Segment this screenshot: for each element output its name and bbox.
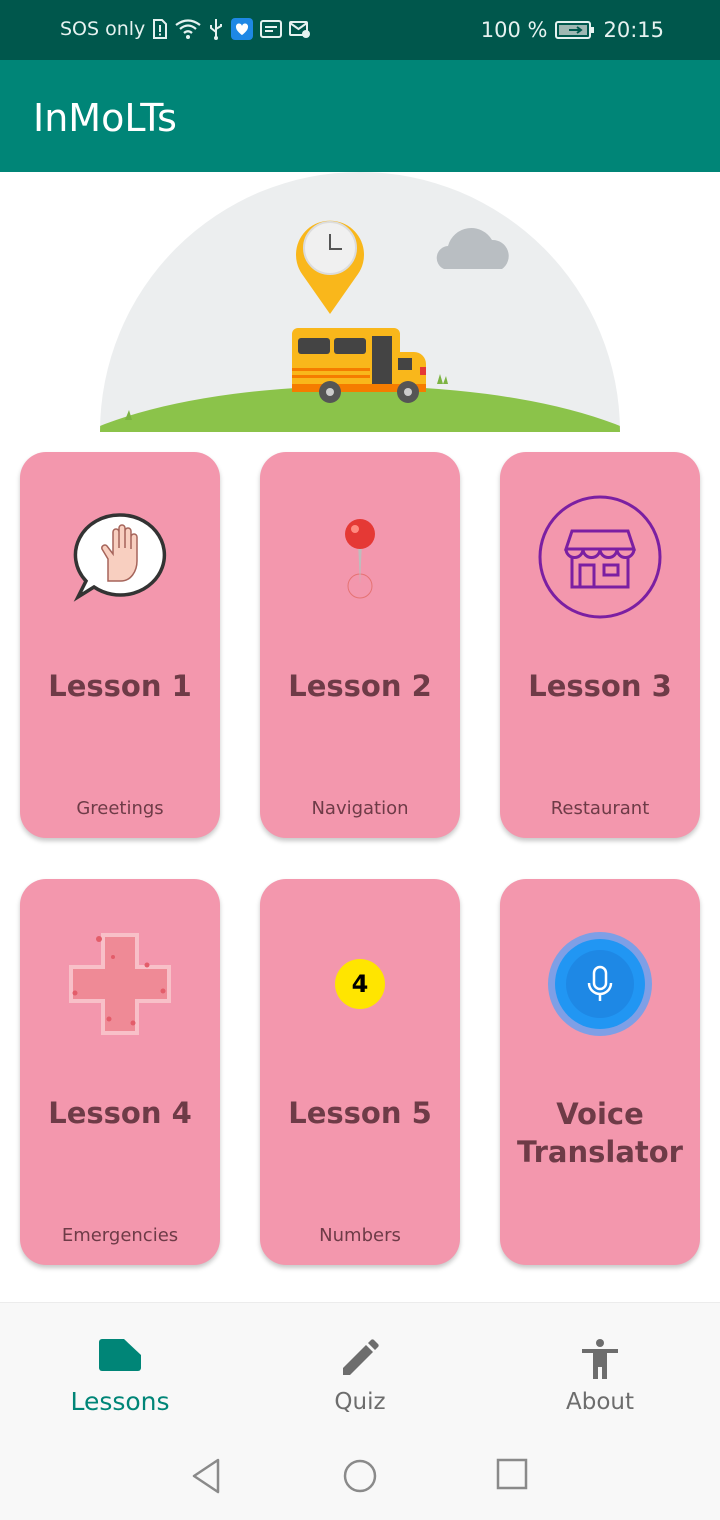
usb-icon bbox=[210, 19, 223, 40]
status-right: 100 % 20:15 bbox=[481, 18, 664, 42]
nav-label: About bbox=[565, 1389, 634, 1415]
nav-label: Lessons bbox=[70, 1387, 170, 1416]
message-icon bbox=[260, 20, 283, 38]
lesson-subtitle: Numbers bbox=[319, 1225, 401, 1246]
app-title: InMoLTs bbox=[33, 96, 177, 140]
clock: 20:15 bbox=[603, 18, 664, 42]
lesson-subtitle: Greetings bbox=[76, 798, 164, 819]
wifi-icon bbox=[175, 19, 201, 39]
sim-alert-icon bbox=[153, 19, 168, 39]
nav-lessons[interactable]: Lessons bbox=[0, 1303, 240, 1433]
status-left: SOS only bbox=[60, 18, 311, 40]
status-bar: SOS only 100 % 20:15 bbox=[0, 0, 720, 60]
medical-cross-icon bbox=[20, 919, 220, 1049]
lesson-card-3[interactable]: Lesson 3 Restaurant bbox=[500, 452, 700, 838]
lesson-title: Lesson 4 bbox=[48, 1096, 192, 1130]
lesson-title: Lesson 1 bbox=[48, 669, 192, 703]
number-badge-icon: 4 bbox=[260, 919, 460, 1049]
number-badge: 4 bbox=[335, 959, 385, 1009]
store-icon bbox=[500, 492, 700, 622]
battery-charging-icon bbox=[555, 21, 595, 39]
lesson-subtitle: Navigation bbox=[311, 798, 409, 819]
lesson-title: Lesson 3 bbox=[528, 669, 672, 703]
school-bus-illustration bbox=[100, 172, 620, 432]
nav-label: Quiz bbox=[334, 1389, 386, 1415]
battery-percent: 100 % bbox=[480, 18, 548, 42]
lesson-card-2[interactable]: Lesson 2 Navigation bbox=[260, 452, 460, 838]
hero-illustration bbox=[0, 172, 720, 434]
mail-settings-icon bbox=[289, 21, 311, 38]
app-bar: InMoLTs bbox=[0, 60, 720, 172]
microphone-icon bbox=[500, 919, 700, 1049]
voice-translator-card[interactable]: Voice Translator bbox=[500, 879, 700, 1265]
lesson-card-4[interactable]: Lesson 4 Emergencies bbox=[20, 879, 220, 1265]
back-icon[interactable] bbox=[190, 1458, 222, 1494]
map-pin-icon bbox=[260, 492, 460, 622]
home-icon[interactable] bbox=[342, 1458, 378, 1494]
lesson-card-5[interactable]: 4 Lesson 5 Numbers bbox=[260, 879, 460, 1265]
lesson-title: Lesson 2 bbox=[288, 669, 432, 703]
label-icon bbox=[0, 1339, 240, 1371]
app-notification-icon bbox=[231, 18, 254, 40]
carrier-text: SOS only bbox=[60, 18, 146, 40]
bottom-navigation: Lessons Quiz About bbox=[0, 1302, 720, 1432]
voice-translator-title: Voice Translator bbox=[517, 1097, 683, 1169]
recents-icon[interactable] bbox=[496, 1458, 528, 1490]
accessibility-icon bbox=[480, 1339, 720, 1381]
lesson-subtitle: Emergencies bbox=[61, 1225, 179, 1246]
lesson-card-1[interactable]: Lesson 1 Greetings bbox=[20, 452, 220, 838]
lesson-title: Lesson 5 bbox=[288, 1096, 432, 1130]
nav-about[interactable]: About bbox=[480, 1303, 720, 1433]
waving-hand-bubble-icon bbox=[20, 492, 220, 622]
system-navigation-bar bbox=[0, 1432, 720, 1520]
lesson-subtitle: Restaurant bbox=[550, 798, 650, 819]
pencil-icon bbox=[240, 1339, 480, 1377]
nav-quiz[interactable]: Quiz bbox=[240, 1303, 480, 1433]
